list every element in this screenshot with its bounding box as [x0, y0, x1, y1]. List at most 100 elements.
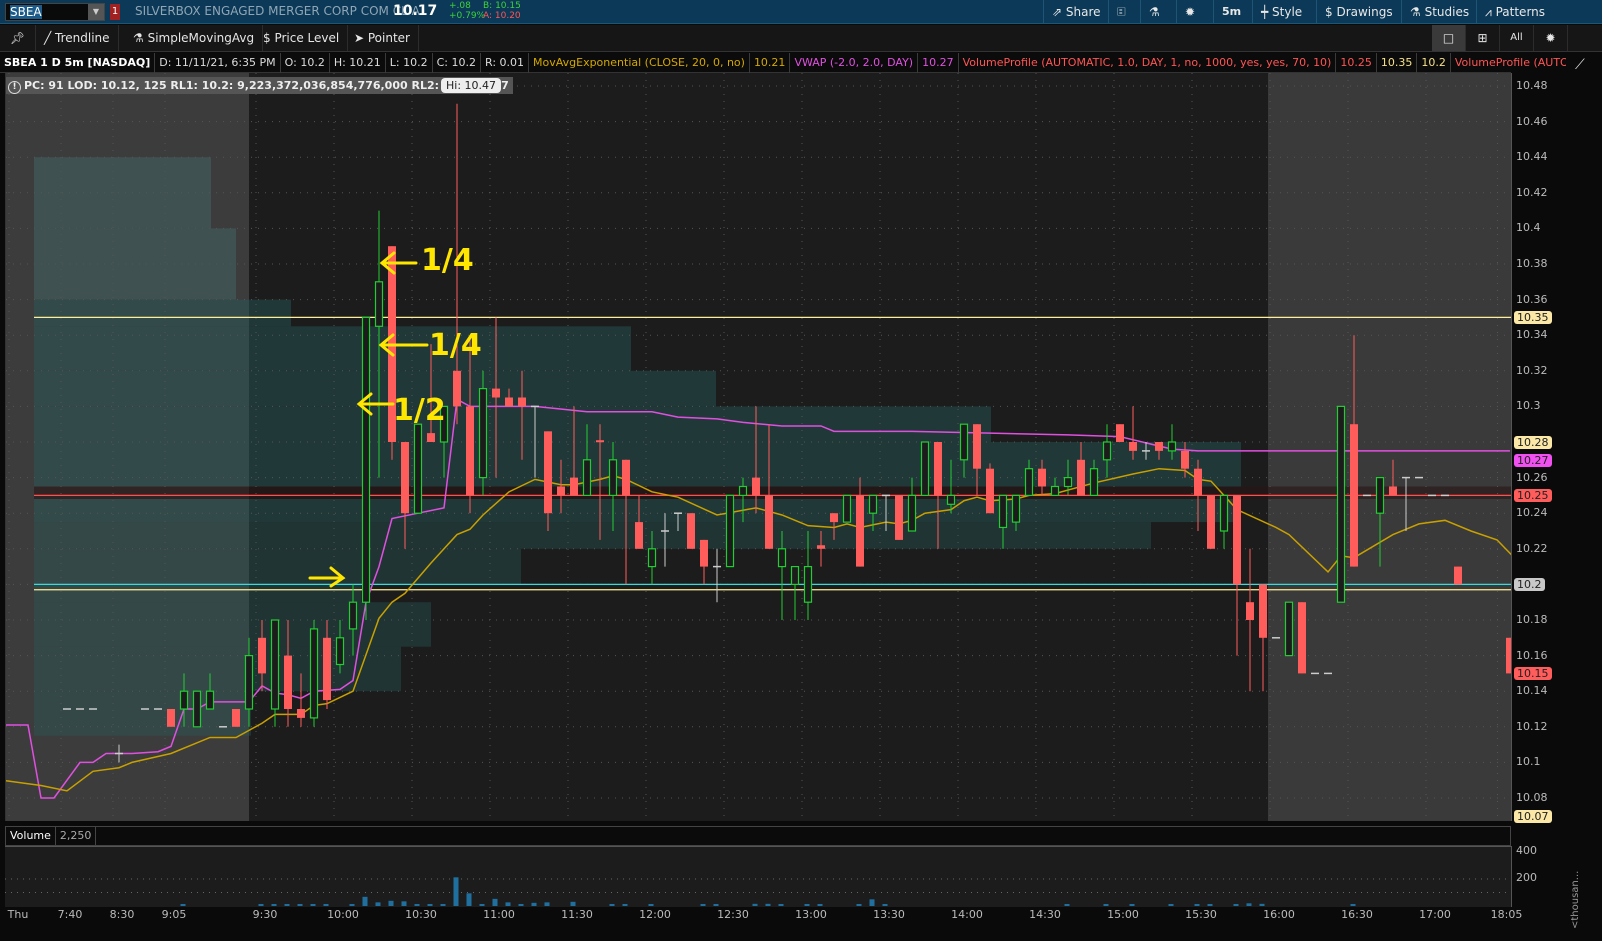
volume-axis: 400 200	[1511, 844, 1566, 907]
price-label: 10.28	[1514, 436, 1552, 449]
candle-body-up	[361, 316, 371, 603]
sma-label: SimpleMovingAvg	[147, 31, 255, 45]
alert-button[interactable]: 🗉	[1108, 0, 1134, 24]
time-tick: 10:30	[405, 908, 437, 921]
candle-body-down	[1077, 459, 1085, 496]
studies-button[interactable]: ⚗ Studies	[1401, 0, 1477, 24]
volume-profile-bar	[34, 691, 251, 736]
volume-value: 2,250	[56, 827, 97, 845]
candle-body-down	[1454, 566, 1462, 585]
studies-label: Studies	[1424, 5, 1470, 19]
volume-profile-bar	[34, 370, 716, 407]
ema-study[interactable]: MovAvgExponential (CLOSE, 20, 0, no)	[529, 53, 750, 73]
price-axis[interactable]: 10.48 10.46 10.44 10.42 10.4 10.38 10.36 10.34 1…	[1511, 73, 1566, 823]
volume-bar	[752, 903, 758, 906]
price-label: 10.25	[1514, 489, 1552, 503]
volume-profile-bar	[34, 299, 291, 327]
volume-label: Volume	[6, 827, 56, 845]
volume-bar	[609, 904, 615, 906]
time-tick: 16:00	[1263, 908, 1295, 921]
candle-body-down	[856, 495, 864, 567]
bar-date: D: 11/11/21, 6:35 PM	[155, 53, 281, 73]
timeframe-button[interactable]: 5m	[1213, 0, 1249, 24]
vwap-study[interactable]: VWAP (-2.0, 2.0, DAY)	[790, 53, 919, 73]
time-tick: 9:05	[161, 908, 187, 921]
flask-icon: ⚗	[133, 31, 148, 45]
candle-body-down	[700, 539, 708, 567]
scale-icon[interactable]: ⟋	[1575, 57, 1585, 73]
change-value: +.08	[449, 1, 471, 11]
candle-body-down	[1116, 424, 1124, 442]
candle-body-down	[1246, 602, 1254, 620]
flask-button[interactable]: ⚗	[1140, 0, 1168, 24]
time-tick: 15:30	[1185, 908, 1217, 921]
vp-vah-value: 10.35	[1377, 53, 1418, 73]
square-icon: □	[1442, 31, 1455, 45]
single-layout-button[interactable]: □	[1432, 25, 1466, 51]
candle-body-up	[1024, 468, 1034, 497]
volume-profile-bar	[34, 584, 361, 603]
candle-body-up	[1284, 601, 1294, 657]
trendline-button[interactable]: ╱ Trendline	[36, 25, 119, 51]
bid: B: 10.15	[483, 1, 521, 11]
candle-body-down	[1350, 424, 1358, 567]
time-tick: 14:00	[951, 908, 983, 921]
price-label: 10.2	[1514, 578, 1545, 592]
candle-body-up	[244, 654, 254, 710]
volume-bar	[492, 898, 498, 906]
price-level-button[interactable]: $ Price Level	[255, 25, 349, 51]
time-axis[interactable]: Thu 7:40 8:30 9:05 9:30 10:00 10:30 11:00 11:30 1…	[5, 907, 1522, 941]
style-button[interactable]: ┿ Style	[1252, 0, 1310, 24]
volume-bar	[1064, 904, 1070, 906]
share-button[interactable]: ⇗ Share	[1043, 0, 1109, 24]
volume-bar	[622, 904, 628, 906]
settings-button[interactable]: ✹	[1176, 0, 1203, 24]
drawings-button[interactable]: $ Drawings	[1316, 0, 1401, 24]
volume-bar	[297, 904, 303, 906]
candle-body-down	[323, 637, 331, 701]
candle-body-down	[505, 397, 513, 407]
candle-body-up	[959, 423, 969, 461]
volume-bar	[1129, 904, 1135, 906]
candle-body-down	[492, 388, 500, 398]
candle-body-up	[842, 494, 852, 523]
volume-bar	[882, 904, 888, 906]
time-tick: 13:30	[873, 908, 905, 921]
annotation-arrow	[379, 251, 418, 275]
time-tick: 17:00	[1419, 908, 1451, 921]
pin-button[interactable]: 📌︎	[0, 25, 36, 51]
symbol-dropdown-icon[interactable]: ▼	[88, 4, 104, 20]
volume-bar	[401, 901, 407, 906]
candle-body-up	[179, 690, 189, 710]
price-chart[interactable]: 1/4 1/4 1/2	[5, 73, 1511, 821]
all-button[interactable]: All	[1500, 25, 1534, 51]
volume-profile-study[interactable]: VolumeProfile (AUTOMATIC, 1.0, DAY, 1, n…	[959, 53, 1337, 73]
volume-profile-bar	[34, 442, 1241, 487]
candle-body-up	[582, 459, 592, 496]
time-tick: 11:00	[483, 908, 515, 921]
chart-settings-button[interactable]: ✹	[1534, 25, 1568, 51]
price-label: 10.07	[1514, 809, 1552, 823]
sma-button[interactable]: ⚗ SimpleMovingAvg	[125, 25, 264, 51]
volume-pane	[5, 846, 1511, 907]
candle-body-down	[1233, 495, 1241, 585]
share-icon: ⇗	[1052, 5, 1066, 19]
volume-bar	[1259, 903, 1265, 906]
volume-bar	[453, 877, 459, 906]
price-tick: 10.32	[1516, 363, 1548, 377]
candle-body-up	[413, 423, 423, 514]
candle-body-down	[687, 513, 695, 549]
volume-bar	[544, 902, 550, 906]
link-group-badge[interactable]: 1	[110, 4, 120, 20]
price-tick: 10.44	[1516, 150, 1548, 164]
patterns-button[interactable]: ⩘ Patterns	[1476, 0, 1553, 24]
time-tick: 14:30	[1029, 908, 1061, 921]
volume-profile-bar	[34, 498, 1241, 523]
candle-body-up	[348, 601, 358, 630]
volume-tick: 200	[1516, 871, 1537, 884]
candle-body-up	[647, 548, 657, 568]
candle-body-down	[1129, 442, 1137, 451]
volume-bar	[700, 904, 706, 906]
grid-layout-button[interactable]: ⊞	[1466, 25, 1500, 51]
pointer-button[interactable]: ➤ Pointer	[346, 25, 419, 51]
